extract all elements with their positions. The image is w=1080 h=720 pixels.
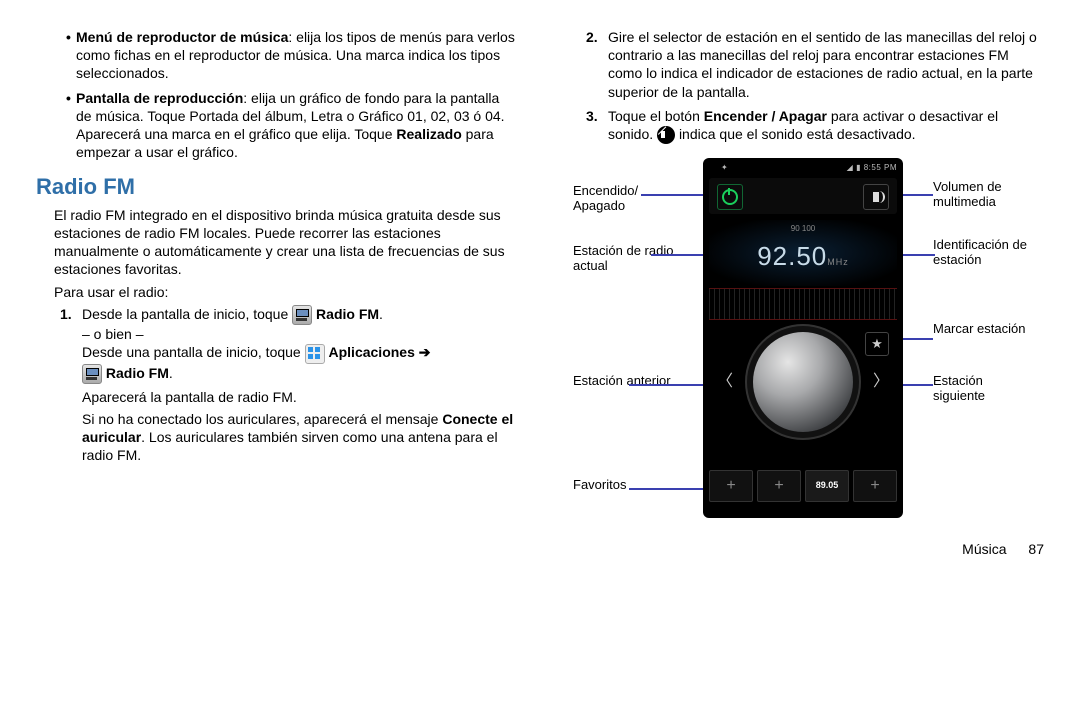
- radio-fm-heading: Radio FM: [36, 173, 518, 202]
- para-usar: Para usar el radio:: [54, 283, 518, 301]
- dial-band[interactable]: [709, 288, 897, 320]
- callout-favorites: Favoritos: [573, 478, 683, 492]
- wifi-icon: ◢: [847, 163, 854, 172]
- bullet-dot: •: [66, 89, 76, 162]
- step-3-content: Toque el botón Encender / Apagar para ac…: [608, 107, 1044, 144]
- notification-icon: ✦: [721, 163, 728, 173]
- favorite-slot[interactable]: +: [757, 470, 801, 502]
- radio-fm-icon: [82, 364, 102, 384]
- step-number-1: 1.: [60, 305, 82, 384]
- callout-station-id: Identificación de estación: [933, 238, 1033, 267]
- status-bar: ✦ ◢ ▮ 8:55 PM: [703, 160, 903, 176]
- callout-mark-station: Marcar estación: [933, 322, 1033, 336]
- mhz-label: MHz: [827, 257, 849, 267]
- next-station-button[interactable]: 〉: [873, 372, 889, 393]
- battery-icon: ▮: [856, 163, 861, 172]
- step-number-2: 2.: [586, 28, 608, 101]
- bullet-dot: •: [66, 28, 76, 83]
- page-footer: Música 87: [36, 540, 1044, 558]
- applications-icon: [305, 344, 325, 364]
- callout-power: Encendido/ Apagado: [573, 184, 683, 213]
- phone-mockup: ✦ ◢ ▮ 8:55 PM 90 100 92.50MHz ★ 〈 〉: [703, 158, 903, 518]
- page-number: 87: [1028, 541, 1044, 557]
- volume-button[interactable]: [863, 184, 889, 210]
- mute-icon: [657, 126, 675, 144]
- frequency-display: 90 100 92.50MHz: [709, 220, 897, 286]
- tuning-knob[interactable]: [753, 332, 853, 432]
- speaker-icon: [873, 192, 879, 202]
- radio-diagram: Encendido/ Apagado Estación de radio act…: [573, 158, 1033, 524]
- callout-prev-station: Estación anterior: [573, 374, 683, 388]
- section-name: Música: [962, 541, 1006, 557]
- power-button[interactable]: [717, 184, 743, 210]
- bookmark-station-button[interactable]: ★: [865, 332, 889, 356]
- right-column: 2. Gire el selector de estación en el se…: [562, 28, 1044, 524]
- power-icon: [722, 189, 738, 205]
- clock-text: 8:55 PM: [864, 163, 897, 172]
- appear-text: Aparecerá la pantalla de radio FM.: [82, 388, 518, 406]
- radio-fm-icon: [292, 305, 312, 325]
- frequency-value: 92.50: [757, 241, 827, 271]
- bullet-text-1: Menú de reproductor de música: elija los…: [76, 28, 518, 83]
- headset-text: Si no ha conectado los auriculares, apar…: [82, 410, 518, 465]
- frequency-ticks: 90 100: [709, 224, 897, 234]
- bullet-text-2: Pantalla de reproducción: elija un gráfi…: [76, 89, 518, 162]
- radio-intro: El radio FM integrado en el dispositivo …: [54, 206, 518, 279]
- callout-volume: Volumen de multimedia: [933, 180, 1033, 209]
- step-2-content: Gire el selector de estación en el senti…: [608, 28, 1044, 101]
- callout-next-station: Estación siguiente: [933, 374, 1033, 403]
- favorite-slot[interactable]: +: [853, 470, 897, 502]
- step-number-3: 3.: [586, 107, 608, 144]
- step-1-content: Desde la pantalla de inicio, toque Radio…: [82, 305, 431, 384]
- favorite-slot[interactable]: +: [709, 470, 753, 502]
- favorites-row: + + 89.05 +: [709, 470, 897, 502]
- previous-station-button[interactable]: 〈: [717, 372, 733, 393]
- favorite-preset[interactable]: 89.05: [805, 470, 849, 502]
- left-column: • Menú de reproductor de música: elija l…: [36, 28, 518, 524]
- callout-current-station: Estación de radio actual: [573, 244, 683, 273]
